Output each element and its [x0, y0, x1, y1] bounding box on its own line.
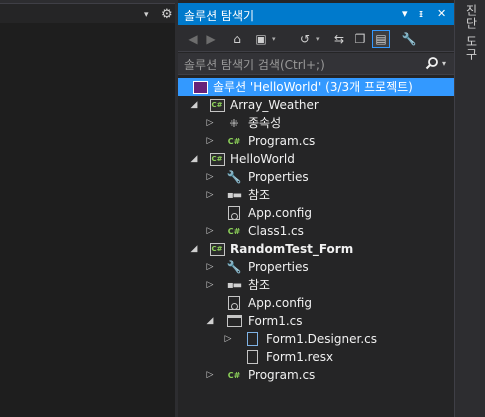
home-icon[interactable]: ⌂ [228, 30, 246, 48]
back-icon[interactable]: ◀ [184, 30, 202, 48]
expanded-arrow-icon[interactable]: ◢ [188, 242, 200, 256]
wrench-icon[interactable]: 🔧 [400, 30, 418, 48]
switch-views-icon[interactable]: ▣ [252, 30, 270, 48]
tree-item[interactable]: ▷ C# Program.cs [178, 132, 454, 150]
collapsed-arrow-icon[interactable]: ▷ [204, 170, 216, 184]
expanded-arrow-icon[interactable]: ◢ [204, 314, 216, 328]
tree-item-label: Array_Weather [230, 98, 319, 112]
sync-icon[interactable]: ⇆ [330, 30, 348, 48]
window-position-dropdown-icon[interactable]: ▾ [402, 7, 408, 20]
collapsed-arrow-icon[interactable]: ▷ [204, 260, 216, 274]
chevron-down-icon[interactable]: ▾ [316, 35, 320, 43]
tree-item-label: App.config [248, 296, 312, 310]
csharp-file-icon: C# [227, 370, 241, 380]
tree-item[interactable]: ▷ Form1.Designer.cs [178, 330, 454, 348]
tree-item[interactable]: ▷ 🔧 Properties [178, 258, 454, 276]
csharp-project-icon: C# [209, 241, 225, 257]
tree-item[interactable]: ▷ C# Program.cs [178, 366, 454, 384]
tree-item[interactable]: ▷ ▪▬ 참조 [178, 276, 454, 294]
wrench-icon: 🔧 [226, 170, 242, 184]
tree-item[interactable]: App.config [178, 204, 454, 222]
ide-window: ▾ ⚙ 솔루션 탐색기 ▾ ᵻ ✕ ◀ ▶ ⌂ ▣ ▾ ↺ ▾ ⇆ ❐ ▤ 🔧 … [0, 0, 485, 417]
tree-item-project[interactable]: ◢ C# RandomTest_Form [178, 240, 454, 258]
references-icon: ▪▬ [226, 279, 242, 291]
close-icon[interactable]: ✕ [437, 7, 446, 20]
resource-file-icon [244, 349, 260, 365]
tree-item-label: Program.cs [248, 368, 316, 382]
tree-item-label: 참조 [248, 278, 271, 292]
tree-item[interactable]: ▷ ▪▬ 참조 [178, 186, 454, 204]
tree-item-label: 솔루션 'HelloWorld' (3/3개 프로젝트) [213, 80, 413, 94]
expanded-arrow-icon[interactable]: ◢ [188, 152, 200, 166]
form-icon [226, 313, 242, 329]
tree-item-label: 종속성 [248, 116, 282, 130]
designer-file-icon [244, 331, 260, 347]
solution-explorer: 솔루션 탐색기 ▾ ᵻ ✕ ◀ ▶ ⌂ ▣ ▾ ↺ ▾ ⇆ ❐ ▤ 🔧 솔루션 … [178, 0, 454, 417]
editor-body [0, 23, 175, 417]
csharp-project-icon: C# [209, 151, 225, 167]
side-tool-strip: 진단 도구 [454, 0, 485, 417]
tree-item-label: Form1.cs [248, 314, 303, 328]
csharp-project-icon: C# [209, 97, 225, 113]
panel-title-bar: 솔루션 탐색기 ▾ ᵻ ✕ [178, 3, 454, 25]
tree-item[interactable]: Form1.resx [178, 348, 454, 366]
collapsed-arrow-icon[interactable]: ▷ [204, 188, 216, 202]
panel-title: 솔루션 탐색기 [184, 9, 255, 23]
tree-item-label: App.config [248, 206, 312, 220]
editor-tab-bar: ▾ ⚙ [0, 3, 175, 23]
collapsed-arrow-icon[interactable]: ▷ [204, 116, 216, 130]
chevron-down-icon[interactable]: ▾ [144, 10, 149, 20]
tree-item-label: Form1.Designer.cs [266, 332, 377, 346]
search-icon[interactable] [425, 56, 439, 70]
tree-item[interactable]: App.config [178, 294, 454, 312]
toolbar: ◀ ▶ ⌂ ▣ ▾ ↺ ▾ ⇆ ❐ ▤ 🔧 [178, 25, 454, 52]
gear-icon[interactable]: ⚙ [161, 7, 173, 22]
pending-changes-filter-icon[interactable]: ↺ [296, 30, 314, 48]
csharp-file-icon: C# [227, 136, 241, 146]
expanded-arrow-icon[interactable]: ◢ [188, 98, 200, 112]
tree-item-label: Properties [248, 170, 309, 184]
csharp-file-icon: C# [227, 226, 241, 236]
search-box[interactable]: 솔루션 탐색기 검색(Ctrl+;) ▾ [178, 53, 454, 75]
editor-pane: ▾ ⚙ [0, 0, 175, 417]
tree-item-label: 참조 [248, 188, 271, 202]
tree-item-label: Properties [248, 260, 309, 274]
tree-item-label: Form1.resx [266, 350, 334, 364]
config-file-icon [226, 295, 242, 311]
chevron-down-icon[interactable]: ▾ [442, 59, 446, 68]
pin-icon[interactable]: ᵻ [419, 7, 423, 20]
collapse-all-icon[interactable]: ❐ [351, 30, 369, 48]
tree-item-label: RandomTest_Form [230, 242, 354, 256]
tree-item[interactable]: ▷ C# Class1.cs [178, 222, 454, 240]
chevron-down-icon[interactable]: ▾ [272, 35, 276, 43]
solution-icon [192, 79, 208, 95]
collapsed-arrow-icon[interactable]: ▷ [222, 332, 234, 346]
show-all-files-icon[interactable]: ▤ [372, 30, 390, 48]
search-input[interactable]: 솔루션 탐색기 검색(Ctrl+;) [184, 56, 325, 73]
tree-item-project[interactable]: ◢ C# Array_Weather [178, 96, 454, 114]
tree-item-project[interactable]: ◢ C# HelloWorld [178, 150, 454, 168]
tree-item[interactable]: ▷ ⁜ 종속성 [178, 114, 454, 132]
tree-item-label: HelloWorld [230, 152, 295, 166]
tree-item-label: Program.cs [248, 134, 316, 148]
tree-item[interactable]: ◢ Form1.cs [178, 312, 454, 330]
diagnostic-tools-tab[interactable]: 진단 도구 [463, 4, 480, 61]
config-file-icon [226, 205, 242, 221]
tree-item-label: Class1.cs [248, 224, 304, 238]
wrench-icon: 🔧 [226, 260, 242, 274]
tree-item-solution[interactable]: 솔루션 'HelloWorld' (3/3개 프로젝트) [178, 78, 454, 96]
references-icon: ▪▬ [226, 189, 242, 201]
tree-item[interactable]: ▷ 🔧 Properties [178, 168, 454, 186]
dependencies-icon: ⁜ [229, 116, 239, 130]
collapsed-arrow-icon[interactable]: ▷ [204, 368, 216, 382]
collapsed-arrow-icon[interactable]: ▷ [204, 224, 216, 238]
collapsed-arrow-icon[interactable]: ▷ [204, 134, 216, 148]
forward-icon[interactable]: ▶ [202, 30, 220, 48]
collapsed-arrow-icon[interactable]: ▷ [204, 278, 216, 292]
